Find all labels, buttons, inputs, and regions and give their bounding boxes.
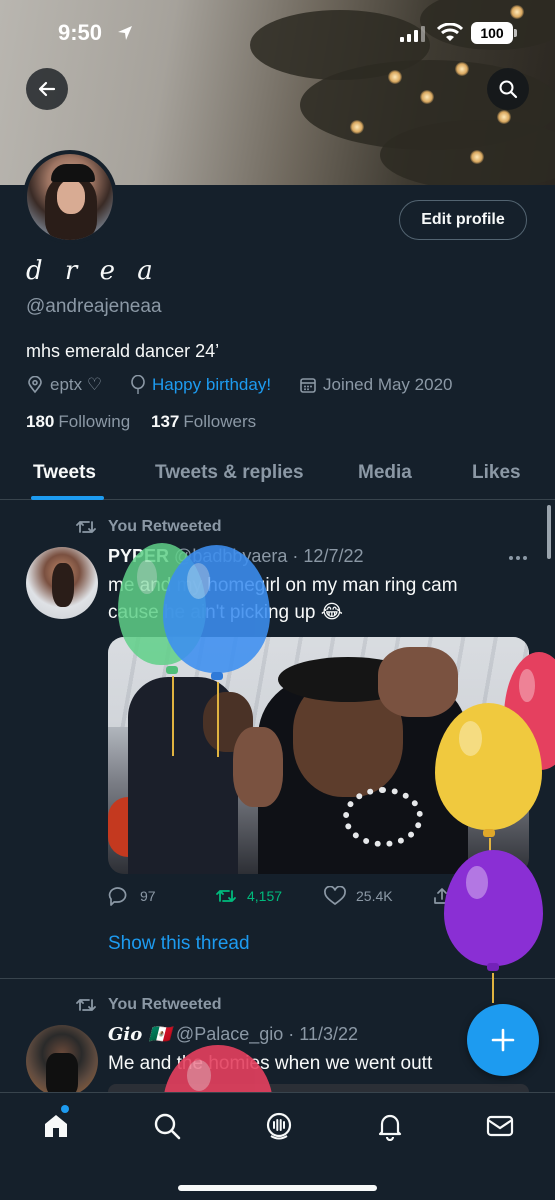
birthday-text[interactable]: Happy birthday! xyxy=(152,375,271,395)
tab-likes[interactable]: Likes xyxy=(472,462,521,484)
edit-profile-button[interactable]: Edit profile xyxy=(399,200,527,240)
reply-button[interactable]: 97 xyxy=(108,884,156,908)
followers-count: 137 xyxy=(151,412,180,431)
profile-bio: mhs emerald dancer 24’ xyxy=(26,341,220,361)
bell-icon[interactable] xyxy=(375,1111,405,1141)
profile-birthday[interactable]: Happy birthday! xyxy=(130,374,271,396)
tweet-header: Gio 🇲🇽 @Palace_gio · 11/3/22 xyxy=(108,1024,358,1045)
status-time: 9:50 xyxy=(58,20,103,45)
tab-tweets[interactable]: Tweets xyxy=(33,462,96,484)
spaces-icon[interactable] xyxy=(264,1111,294,1141)
active-tab-indicator xyxy=(31,496,104,500)
tweet-text: Me and the homies when we went outt xyxy=(108,1050,432,1077)
retweet-count: 4,157 xyxy=(247,888,283,904)
profile-avatar[interactable] xyxy=(23,150,117,244)
tweet-author-name[interactable]: Gio 🇲🇽 xyxy=(108,1024,171,1045)
profile-handle: @andreajeneaa xyxy=(26,296,162,317)
location-icon xyxy=(28,376,42,394)
location-text: eptx ♡ xyxy=(50,375,103,394)
bottom-navigation xyxy=(0,1092,555,1200)
tweet-divider xyxy=(0,978,555,979)
location-arrow-icon xyxy=(118,26,132,40)
tweet-avatar[interactable] xyxy=(26,1025,98,1097)
scrollbar[interactable] xyxy=(547,505,551,559)
signal-icon xyxy=(400,26,425,42)
followers-link[interactable]: 137 Followers xyxy=(151,412,256,432)
search-icon[interactable] xyxy=(152,1111,182,1141)
show-thread-link[interactable]: Show this thread xyxy=(108,933,250,955)
retweet-context: You Retweeted xyxy=(76,516,222,538)
tweet-date[interactable]: · 12/7/22 xyxy=(292,546,363,566)
retweet-context-text: You Retweeted xyxy=(108,518,222,535)
home-icon[interactable] xyxy=(41,1111,71,1141)
search-icon xyxy=(499,80,518,99)
tweet-date[interactable]: · 11/3/22 xyxy=(288,1024,358,1044)
calendar-icon xyxy=(300,378,316,393)
tab-tweets-replies[interactable]: Tweets & replies xyxy=(155,462,304,484)
following-count: 180 xyxy=(26,412,55,431)
like-count: 25.4K xyxy=(356,888,393,904)
search-button[interactable] xyxy=(487,68,529,110)
joined-text: Joined May 2020 xyxy=(323,375,453,394)
retweet-icon xyxy=(76,521,96,533)
tab-media[interactable]: Media xyxy=(358,462,412,484)
wifi-icon xyxy=(437,23,463,41)
display-name: d r e a xyxy=(26,256,160,286)
following-label: Following xyxy=(58,412,131,431)
battery-indicator: 100 xyxy=(471,22,513,44)
retweet-icon xyxy=(76,999,96,1011)
retweet-context: You Retweeted xyxy=(76,994,222,1016)
status-bar: 9:50 100 xyxy=(0,0,555,66)
tweet-author-handle[interactable]: @Palace_gio xyxy=(176,1024,283,1044)
like-icon xyxy=(324,886,346,906)
tweet-text-line: Me and the homies when we went outt xyxy=(108,1053,433,1074)
more-icon[interactable] xyxy=(508,555,528,561)
compose-icon xyxy=(491,1028,515,1052)
balloon-icon xyxy=(131,375,145,394)
profile-location: eptx ♡ xyxy=(26,374,102,396)
following-link[interactable]: 180 Following xyxy=(26,412,130,432)
profile-joined: Joined May 2020 xyxy=(299,374,452,396)
retweet-button[interactable]: 4,157 xyxy=(215,884,282,908)
mail-icon[interactable] xyxy=(485,1111,515,1141)
compose-tweet-button[interactable] xyxy=(467,1004,539,1076)
retweet-icon xyxy=(216,890,236,902)
retweet-context-text: You Retweeted xyxy=(108,996,222,1013)
back-button[interactable] xyxy=(26,68,68,110)
battery-tip xyxy=(514,29,517,37)
like-button[interactable]: 25.4K xyxy=(324,884,393,908)
back-arrow-icon xyxy=(38,81,56,97)
reply-icon xyxy=(108,887,127,906)
followers-label: Followers xyxy=(183,412,257,431)
tweet-avatar[interactable] xyxy=(26,547,98,619)
reply-count: 97 xyxy=(140,888,156,904)
profile-tabs: Tweets Tweets & replies Media Likes xyxy=(0,446,555,500)
home-indicator[interactable] xyxy=(178,1185,377,1191)
